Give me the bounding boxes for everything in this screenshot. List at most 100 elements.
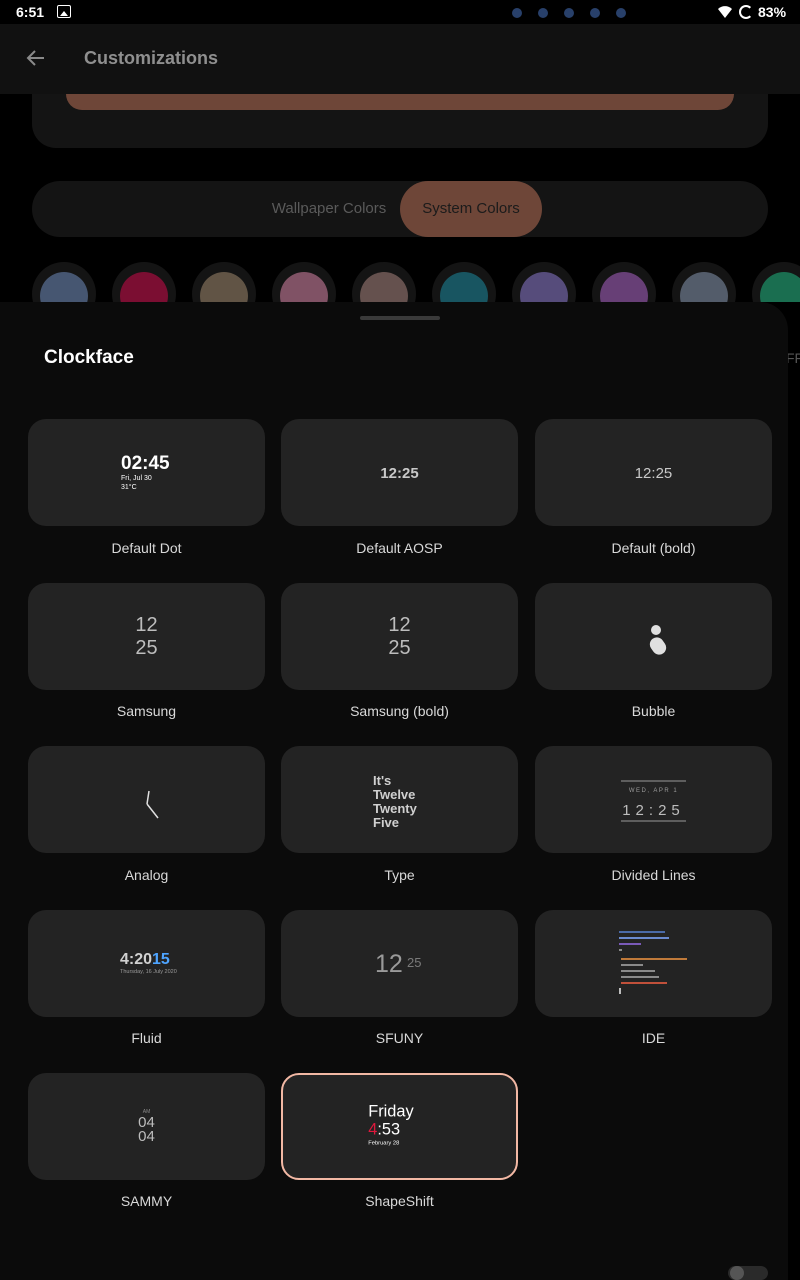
sheet-drag-handle[interactable]	[360, 316, 440, 320]
clockface-preview: WED, APR 1 12:25	[621, 780, 686, 822]
type-line: Twenty	[373, 801, 418, 816]
notification-icon	[590, 8, 600, 18]
wifi-icon	[718, 6, 732, 18]
clockface-preview: It's Twelve Twenty Five	[373, 773, 418, 830]
minute-hand	[146, 803, 159, 819]
accent-bar	[66, 94, 734, 110]
swatch-fill	[760, 272, 800, 302]
clockface-preview	[619, 931, 687, 994]
clockface-option-default-bold[interactable]: 12:25	[535, 419, 772, 526]
preview-time: 4:2015	[120, 951, 170, 968]
preview-hour: 12	[388, 614, 410, 636]
color-swatches	[0, 262, 800, 302]
swatch-fill	[40, 272, 88, 302]
preview-time: 12:25	[635, 465, 673, 482]
clockface-preview: 12 25	[375, 950, 421, 978]
page-title: Customizations	[84, 48, 219, 68]
color-swatch[interactable]	[672, 262, 736, 302]
notification-icon	[616, 8, 626, 18]
clockface-option-sammy[interactable]: AM 04 04	[28, 1073, 265, 1180]
color-swatch[interactable]	[112, 262, 176, 302]
clockface-label: Type	[384, 867, 415, 883]
preview-hour: 12	[375, 950, 403, 978]
clockface-option-bubble[interactable]	[535, 583, 772, 690]
preview-date: Thursday, 16 July 2020	[120, 969, 177, 975]
color-swatch[interactable]	[592, 262, 656, 302]
clockface-option-samsung-bold[interactable]: 12 25	[281, 583, 518, 690]
clockface-label: Default Dot	[111, 540, 182, 556]
bubble-minute-shape	[649, 637, 667, 655]
color-swatch[interactable]	[352, 262, 416, 302]
clockface-option-shapeshift[interactable]: Friday 4:53 February 28	[281, 1073, 518, 1180]
clockface-option-default-dot[interactable]: 02:45 Fri, Jul 30 31°C	[28, 419, 265, 526]
clockface-label: SFUNY	[375, 1030, 424, 1046]
hour-hand	[146, 790, 150, 805]
preview-date: February 28	[368, 1140, 399, 1146]
clockface-preview: 12:25	[635, 465, 673, 482]
preview-minute: 25	[407, 955, 421, 970]
color-swatch[interactable]	[32, 262, 96, 302]
preview-day: Friday	[368, 1102, 414, 1120]
type-line: It's	[373, 773, 391, 788]
clockface-option-samsung[interactable]: 12 25	[28, 583, 265, 690]
swatch-fill	[520, 272, 568, 302]
status-time: 6:51	[16, 4, 45, 20]
clockface-preview: 12:25	[380, 465, 418, 482]
clockface-label: Fluid	[131, 1030, 162, 1046]
clockface-label: Default (bold)	[611, 540, 696, 556]
preview-time: 02:45	[121, 453, 170, 474]
notification-icon	[538, 8, 548, 18]
clockface-label: SAMMY	[120, 1193, 173, 1209]
tab-wallpaper-colors[interactable]: Wallpaper Colors	[260, 181, 398, 237]
preview-date: Fri, Jul 30	[121, 475, 152, 482]
clockface-option-analog[interactable]	[28, 746, 265, 853]
ide-code-lines	[619, 931, 687, 994]
clockface-label: Divided Lines	[611, 867, 696, 883]
clockface-preview: 4:2015 Thursday, 16 July 2020	[120, 951, 177, 975]
battery-ring-icon	[739, 5, 753, 19]
preview-date: WED, APR 1	[629, 788, 678, 794]
setting-toggle[interactable]	[728, 1266, 768, 1280]
preview-minute: 25	[388, 637, 410, 659]
clockface-option-divided-lines[interactable]: WED, APR 1 12:25	[535, 746, 772, 853]
swatch-fill	[600, 272, 648, 302]
notification-icon	[564, 8, 574, 18]
color-swatch[interactable]	[192, 262, 256, 302]
clockface-label: IDE	[641, 1030, 666, 1046]
color-swatch[interactable]	[512, 262, 576, 302]
notification-icons	[512, 8, 626, 18]
clockface-label: Bubble	[631, 703, 676, 719]
clockface-preview: 12 25	[388, 614, 410, 659]
tab-system-colors[interactable]: System Colors	[400, 181, 542, 237]
clockface-preview: 02:45 Fri, Jul 30 31°C	[121, 453, 170, 491]
preview-hour: 12	[135, 614, 157, 636]
truncated-text: FF	[786, 350, 800, 366]
swatch-fill	[680, 272, 728, 302]
clockface-option-sfuny[interactable]: 12 25	[281, 910, 518, 1017]
gallery-notification-icon	[57, 5, 71, 18]
preview-time: 12:25	[622, 802, 685, 819]
sheet-title: Clockface	[44, 347, 134, 368]
preview-temp: 31°C	[121, 483, 137, 491]
color-swatch[interactable]	[272, 262, 336, 302]
clockface-label: Samsung (bold)	[350, 703, 449, 719]
clockface-option-type[interactable]: It's Twelve Twenty Five	[281, 746, 518, 853]
clockface-option-fluid[interactable]: 4:2015 Thursday, 16 July 2020	[28, 910, 265, 1017]
color-swatch[interactable]	[752, 262, 800, 302]
status-bar: 6:51 83%	[0, 0, 800, 24]
clockface-preview	[146, 790, 159, 819]
preview-time: 12:25	[380, 465, 418, 482]
swatch-fill	[280, 272, 328, 302]
clockface-label: ShapeShift	[365, 1193, 434, 1209]
swatch-fill	[200, 272, 248, 302]
clockface-label: Default AOSP	[356, 540, 443, 556]
clockface-label: Samsung	[116, 703, 177, 719]
back-arrow-icon[interactable]	[24, 47, 46, 69]
clockface-option-default-aosp[interactable]: 12:25	[281, 419, 518, 526]
type-line: Five	[373, 815, 399, 830]
clockface-preview	[649, 625, 667, 655]
clockface-label: Analog	[124, 867, 169, 883]
color-swatch[interactable]	[432, 262, 496, 302]
swatch-fill	[120, 272, 168, 302]
clockface-option-ide[interactable]	[535, 910, 772, 1017]
